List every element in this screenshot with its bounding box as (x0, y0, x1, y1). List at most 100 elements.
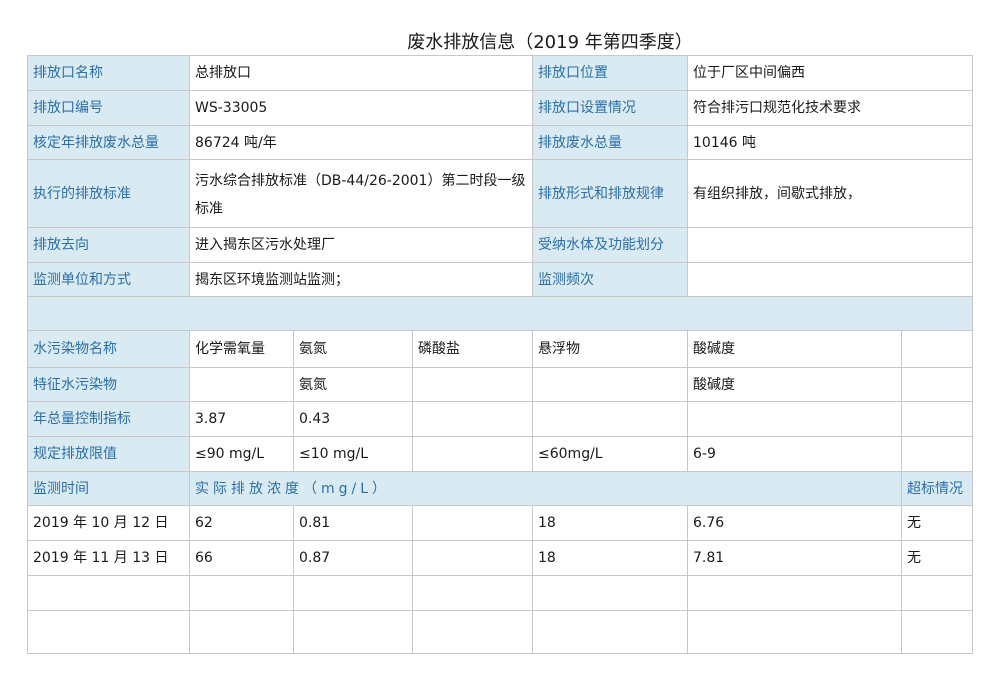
table-row: 水污染物名称 化学需氧量 氨氮 磷酸盐 悬浮物 酸碱度 (27, 330, 974, 368)
pollutant-name: 氨氮 (293, 330, 413, 368)
limit-label: 规定排放限值 (27, 436, 190, 472)
exceed-value: 无 (901, 505, 974, 541)
table-row: 年总量控制指标 3.87 0.43 (27, 401, 974, 437)
empty-cell (687, 575, 903, 611)
standard-value: 污水综合排放标准（DB-44/26-2001）第二时段一级标准 (188, 159, 534, 228)
monitor-value (411, 505, 534, 541)
limit-cell: 6-9 (687, 436, 903, 472)
empty-cell (293, 610, 413, 654)
monitor-value: 6.76 (687, 505, 903, 541)
annual-control-label: 年总量控制指标 (27, 401, 190, 437)
monitor-unit-value: 揭东区环境监测站监测； (188, 262, 534, 297)
monitor-value: 0.87 (293, 540, 413, 576)
total-volume-value: 10146 吨 (687, 125, 974, 160)
empty-cell (532, 575, 689, 611)
table-row: 排放口名称 总排放口 排放口位置 位于厂区中间偏西 (27, 55, 974, 91)
limit-cell: ≤60mg/L (532, 436, 689, 472)
discharge-form-label: 排放形式和排放规律 (532, 159, 689, 228)
concentration-header: 实际排放浓度（mg/L） (188, 471, 903, 506)
empty-cell (411, 610, 534, 654)
exceed-value: 无 (901, 540, 974, 576)
outlet-name-value: 总排放口 (188, 55, 534, 91)
empty-cell (189, 610, 294, 654)
feature-cell (532, 367, 689, 402)
monitor-date: 2019 年 10 月 12 日 (27, 505, 190, 541)
empty-cell (901, 610, 974, 654)
empty-cell (532, 610, 689, 654)
monitor-value: 0.81 (293, 505, 413, 541)
feature-cell (411, 367, 534, 402)
feature-cell (901, 367, 974, 402)
empty-cell (27, 610, 190, 654)
table-row: 监测单位和方式 揭东区环境监测站监测； 监测频次 (27, 262, 974, 297)
page-title: 废水排放信息（2019 年第四季度） (407, 32, 693, 53)
empty-cell (27, 575, 190, 611)
destination-value: 进入揭东区污水处理厂 (188, 227, 534, 263)
empty-cell (901, 575, 974, 611)
outlet-code-label: 排放口编号 (27, 90, 190, 126)
approved-volume-label: 核定年排放废水总量 (27, 125, 190, 160)
table-row (27, 575, 974, 611)
feature-cell (189, 367, 294, 402)
empty-cell (411, 575, 534, 611)
monitor-value: 18 (532, 505, 689, 541)
outlet-setup-label: 排放口设置情况 (532, 90, 689, 126)
divider-band (26, 296, 974, 331)
empty-cell (687, 610, 903, 654)
table-row: 特征水污染物 氨氮 酸碱度 (27, 367, 974, 402)
feature-cell: 酸碱度 (687, 367, 903, 402)
empty-cell (293, 575, 413, 611)
monitor-frequency-value (687, 262, 974, 297)
monitor-date: 2019 年 11 月 13 日 (27, 540, 190, 576)
pollutant-name-label: 水污染物名称 (27, 330, 190, 368)
limit-cell (901, 436, 974, 472)
feature-pollutant-label: 特征水污染物 (27, 367, 190, 402)
empty-cell (189, 575, 294, 611)
table-row: 核定年排放废水总量 86724 吨/年 排放废水总量 10146 吨 (27, 125, 974, 160)
limit-cell: ≤10 mg/L (293, 436, 413, 472)
limit-cell (411, 436, 534, 472)
pollutant-name: 悬浮物 (532, 330, 689, 368)
outlet-code-value: WS-33005 (188, 90, 534, 126)
annual-cell (901, 401, 974, 437)
monitor-value: 7.81 (687, 540, 903, 576)
outlet-name-label: 排放口名称 (27, 55, 190, 91)
feature-cell: 氨氮 (293, 367, 413, 402)
receiving-water-value (687, 227, 974, 263)
monitor-unit-label: 监测单位和方式 (27, 262, 190, 297)
outlet-position-label: 排放口位置 (532, 55, 689, 91)
table-row: 2019 年 11 月 13 日 66 0.87 18 7.81 无 (27, 540, 974, 576)
table-row: 执行的排放标准 污水综合排放标准（DB-44/26-2001）第二时段一级标准 … (27, 159, 974, 228)
monitor-value (411, 540, 534, 576)
approved-volume-value: 86724 吨/年 (188, 125, 534, 160)
table-row: 监测时间 实际排放浓度（mg/L） 超标情况 (27, 471, 974, 506)
discharge-form-value: 有组织排放，间歇式排放， (687, 159, 974, 228)
outlet-position-value: 位于厂区中间偏西 (687, 55, 974, 91)
standard-label: 执行的排放标准 (27, 159, 190, 228)
annual-cell (532, 401, 689, 437)
wastewater-table: 排放口名称 总排放口 排放口位置 位于厂区中间偏西 排放口编号 WS-33005… (26, 55, 974, 654)
pollutant-name: 酸碱度 (687, 330, 903, 368)
pollutant-name (901, 330, 974, 368)
table-row: 排放去向 进入揭东区污水处理厂 受纳水体及功能划分 (27, 227, 974, 263)
annual-cell: 0.43 (293, 401, 413, 437)
table-row: 规定排放限值 ≤90 mg/L ≤10 mg/L ≤60mg/L 6-9 (27, 436, 974, 472)
monitor-frequency-label: 监测频次 (532, 262, 689, 297)
annual-cell (687, 401, 903, 437)
total-volume-label: 排放废水总量 (532, 125, 689, 160)
monitor-value: 66 (189, 540, 294, 576)
annual-cell: 3.87 (189, 401, 294, 437)
destination-label: 排放去向 (27, 227, 190, 263)
table-row: 排放口编号 WS-33005 排放口设置情况 符合排污口规范化技术要求 (27, 90, 974, 126)
receiving-water-label: 受纳水体及功能划分 (532, 227, 689, 263)
monitor-value: 62 (189, 505, 294, 541)
exceed-label: 超标情况 (901, 471, 974, 506)
table-row: 2019 年 10 月 12 日 62 0.81 18 6.76 无 (27, 505, 974, 541)
pollutant-name: 化学需氧量 (189, 330, 294, 368)
monitor-time-label: 监测时间 (27, 471, 190, 506)
annual-cell (411, 401, 534, 437)
outlet-setup-value: 符合排污口规范化技术要求 (687, 90, 974, 126)
pollutant-name: 磷酸盐 (411, 330, 534, 368)
section-divider (26, 296, 974, 331)
table-row (27, 610, 974, 654)
